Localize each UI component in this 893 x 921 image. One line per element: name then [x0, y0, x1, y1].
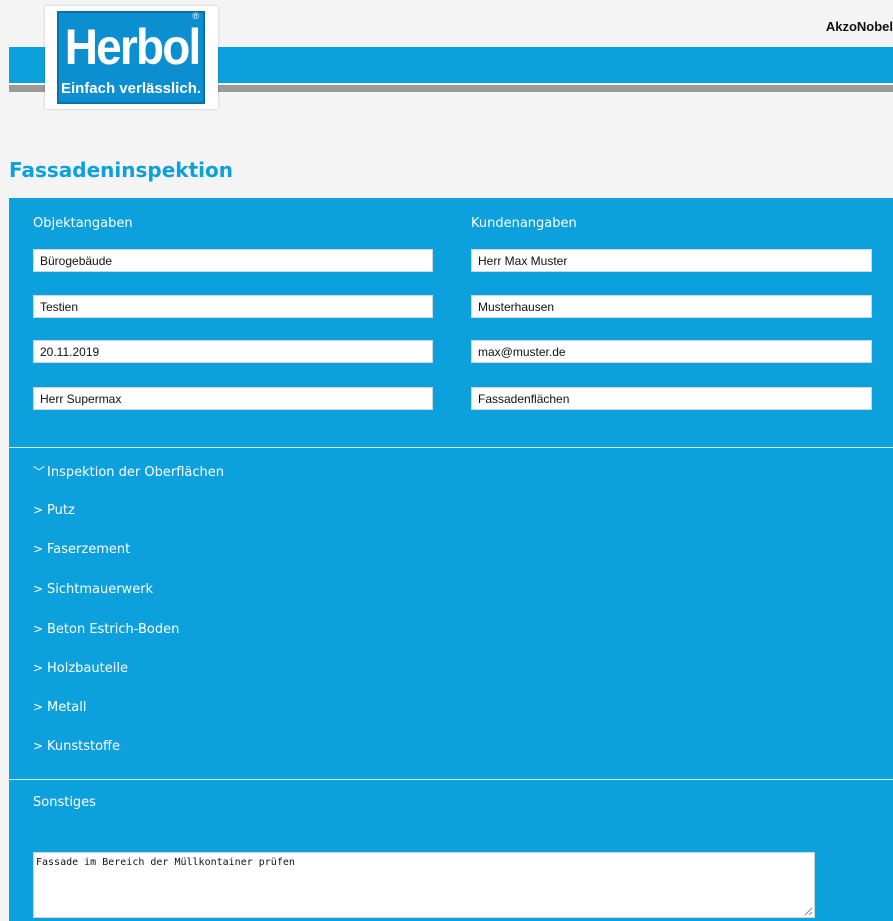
accordion-label: Faserzement [47, 542, 131, 557]
kunde-name-field[interactable] [471, 249, 872, 272]
page-title: Fassadeninspektion [9, 158, 233, 182]
objektangaben-heading: Objektangaben [33, 216, 133, 231]
accordion-item-putz[interactable]: > Putz [33, 503, 75, 518]
resize-handle-icon[interactable] [803, 906, 813, 916]
objekt-ort-field[interactable] [33, 295, 433, 318]
accordion-label: Metall [47, 700, 87, 715]
accordion-label: Kunststoffe [47, 739, 121, 754]
accordion-item-beton[interactable]: > Beton Estrich-Boden [33, 622, 179, 637]
kundenangaben-heading: Kundenangaben [471, 216, 577, 231]
accordion-item-faserzement[interactable]: > Faserzement [33, 542, 130, 557]
sonstiges-heading: Sonstiges [33, 795, 96, 810]
kunde-flaechen-field[interactable] [471, 387, 872, 410]
chevron-down-icon: ﹀ [33, 465, 46, 479]
sonstiges-textarea[interactable]: Fassade im Bereich der Müllkontainer prü… [33, 852, 815, 918]
logo-wordmark: Herbol [64, 19, 201, 75]
chevron-right-icon: > [33, 622, 44, 636]
chevron-right-icon: > [33, 503, 44, 517]
chevron-right-icon: > [33, 700, 44, 714]
herbol-logo[interactable]: ® Herbol Einfach verlässlich. [45, 6, 218, 109]
chevron-right-icon: > [33, 739, 44, 753]
accordion-item-sichtmauerwerk[interactable]: > Sichtmauerwerk [33, 582, 153, 597]
akzonobel-brand: AkzoNobel [825, 19, 893, 34]
chevron-right-icon: > [33, 582, 44, 596]
herbol-logo-badge: ® Herbol Einfach verlässlich. [57, 11, 205, 104]
chevron-right-icon: > [33, 661, 44, 675]
accordion-item-inspektion[interactable]: ﹀ Inspektion der Oberflächen [33, 463, 224, 480]
accordion-label: Inspektion der Oberflächen [47, 465, 224, 480]
objekt-ansprechpartner-field[interactable] [33, 387, 433, 410]
kunde-email-field[interactable] [471, 340, 872, 363]
accordion-label: Sichtmauerwerk [47, 582, 154, 597]
objekt-name-field[interactable] [33, 249, 433, 272]
chevron-right-icon: > [33, 542, 44, 556]
inspection-form-panel: Objektangaben Kundenangaben ﹀Inspektion … [9, 198, 893, 921]
accordion-item-kunststoffe[interactable]: > Kunststoffe [33, 739, 120, 754]
accordion-label: Putz [47, 503, 75, 518]
accordion-label: Holzbauteile [47, 661, 128, 676]
section-divider [9, 779, 893, 780]
objekt-datum-field[interactable] [33, 340, 433, 363]
accordion-label: Beton Estrich-Boden [47, 622, 180, 637]
section-divider [9, 447, 893, 448]
accordion-item-holzbauteile[interactable]: > Holzbauteile [33, 661, 128, 676]
accordion-item-metall[interactable]: > Metall [33, 700, 87, 715]
logo-slogan: Einfach verlässlich. [60, 80, 202, 97]
kunde-ort-field[interactable] [471, 295, 872, 318]
